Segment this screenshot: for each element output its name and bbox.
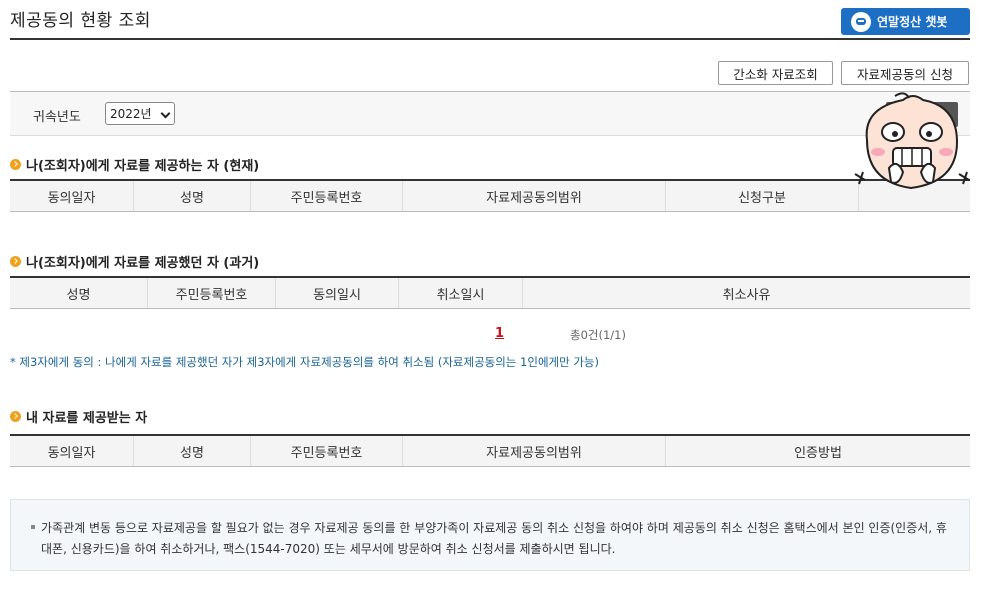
col-header: 자료제공동의범위 [403, 181, 666, 211]
bullet-arrow-icon [10, 256, 21, 267]
col-header: 성명 [134, 436, 251, 466]
section-title-current-text: 나(조회자)에게 자료를 제공하는 자 (현재) [26, 159, 260, 174]
section-title-past-text: 나(조회자)에게 자료를 제공했던 자 (과거) [26, 256, 260, 271]
info-text: 가족관계 변동 등으로 자료제공을 할 필요가 없는 경우 자료제공 동의를 한… [41, 521, 947, 556]
col-header: 동의일자 [10, 436, 134, 466]
apply-consent-button[interactable]: 자료제공동의 신청 [841, 61, 969, 85]
section-title-past: 나(조회자)에게 자료를 제공했던 자 (과거) [10, 252, 259, 271]
col-header: 주민등록번호 [148, 278, 276, 308]
col-header: 자료제공동의범위 [403, 436, 666, 466]
col-header: 주민등록번호 [251, 436, 403, 466]
page-title: 제공동의 현황 조회 [10, 11, 151, 31]
col-header: 취소사유 [722, 287, 771, 303]
filter-panel: 귀속년도 2022년 [10, 91, 970, 136]
title-divider [10, 38, 970, 40]
table-header-current: 동의일자 성명 주민등록번호 자료제공동의범위 신청구분 [10, 179, 970, 212]
chevron-down-icon [160, 108, 171, 119]
third-party-note: * 제3자에게 동의 : 나에게 자료를 제공했던 자가 제3자에게 자료제공동… [10, 355, 599, 369]
mascot-character-icon [854, 92, 970, 190]
chatbot-label: 연말정산 챗봇 [877, 15, 948, 29]
year-select-value: 2022년 [110, 107, 152, 121]
simple-lookup-button[interactable]: 간소화 자료조회 [718, 61, 833, 85]
pager-page-link[interactable]: 1 [495, 326, 504, 341]
section-title-receiving-text: 내 자료를 제공받는 자 [26, 411, 148, 426]
col-header: 동의일자 [10, 181, 134, 211]
col-header: 성명 [134, 181, 251, 211]
bullet-icon [31, 525, 35, 529]
chatbot-button[interactable]: 연말정산 챗봇 [841, 8, 970, 35]
col-header: 인증방법 [794, 445, 842, 461]
table-header-receiving: 동의일자 성명 주민등록번호 자료제공동의범위 인증방법 [10, 434, 970, 467]
section-title-receiving: 내 자료를 제공받는 자 [10, 407, 147, 426]
col-header: 동의일시 [276, 278, 399, 308]
col-header: 취소일시 [399, 278, 523, 308]
table-header-past: 성명 주민등록번호 동의일시 취소일시 취소사유 [10, 276, 970, 309]
bullet-arrow-icon [10, 159, 21, 170]
section-title-current: 나(조회자)에게 자료를 제공하는 자 (현재) [10, 155, 259, 174]
pager-total: 총0건(1/1) [570, 328, 626, 342]
col-header: 주민등록번호 [251, 181, 403, 211]
col-header: 성명 [10, 278, 148, 308]
chatbot-icon [851, 11, 871, 32]
year-label: 귀속년도 [33, 110, 81, 125]
year-select[interactable]: 2022년 [105, 102, 175, 125]
bullet-arrow-icon [10, 411, 21, 422]
info-box: 가족관계 변동 등으로 자료제공을 할 필요가 없는 경우 자료제공 동의를 한… [10, 499, 970, 571]
col-header: 신청구분 [666, 181, 859, 211]
